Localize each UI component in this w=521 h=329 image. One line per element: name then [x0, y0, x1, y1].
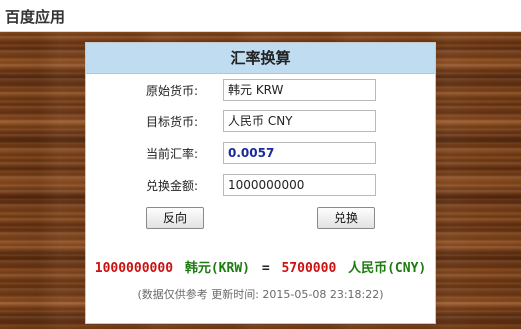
target-currency-label: 目标货币: — [146, 115, 199, 129]
conversion-result: 1000000000 韩元(KRW) = 5700000 人民币(CNY) — [86, 257, 435, 276]
app-title: 百度应用 — [5, 8, 66, 26]
amount-row: 兑换金额: 1000000000 — [86, 174, 435, 196]
converter-panel: 汇率换算 原始货币: 韩元 KRW 目标货币: 人民币 CNY 当前汇率: 0.… — [85, 42, 436, 324]
source-currency-select[interactable]: 韩元 KRW — [223, 79, 376, 101]
target-currency-select[interactable]: 人民币 CNY — [223, 110, 376, 132]
result-target-currency: 人民币(CNY) — [348, 261, 427, 276]
result-equals: = — [261, 261, 270, 276]
amount-input[interactable]: 1000000000 — [223, 174, 376, 196]
target-currency-row: 目标货币: 人民币 CNY — [86, 110, 435, 132]
top-bar: 百度应用 — [0, 0, 521, 32]
result-source-amount: 1000000000 — [94, 261, 174, 276]
source-currency-label: 原始货币: — [146, 84, 199, 98]
update-note: (数据仅供参考 更新时间: 2015-05-08 23:18:22) — [137, 288, 384, 301]
result-target-amount: 5700000 — [281, 261, 337, 276]
converter-title: 汇率换算 — [86, 43, 435, 74]
rate-label: 当前汇率: — [146, 147, 199, 161]
result-source-currency: 韩元(KRW) — [184, 261, 250, 276]
rate-field: 0.0057 — [223, 142, 376, 164]
amount-label: 兑换金额: — [146, 179, 199, 193]
rate-row: 当前汇率: 0.0057 — [86, 142, 435, 164]
source-currency-row: 原始货币: 韩元 KRW — [86, 79, 435, 101]
reverse-button[interactable]: 反向 — [146, 207, 204, 229]
convert-button[interactable]: 兑换 — [317, 207, 375, 229]
